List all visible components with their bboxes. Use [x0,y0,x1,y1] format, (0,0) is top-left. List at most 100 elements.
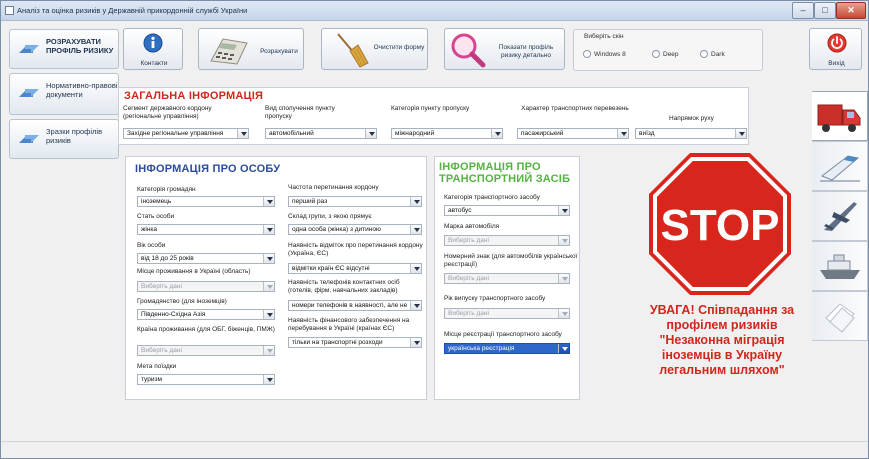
chevron-down-icon [558,206,569,215]
left-nav: РОЗРАХУВАТИ ПРОФІЛЬ РИЗИКУ Нормативно-пр… [9,29,119,439]
financial-support-select[interactable]: тільки на транспортні розходи [288,337,422,348]
transport-info-panel: ІНФОРМАЦІЯ ПРО ТРАНСПОРТНИЙ ЗАСІБ Катего… [434,156,580,400]
tab-truck[interactable] [812,91,868,141]
radio-label: Deep [663,51,679,58]
exit-button[interactable]: Вихід [809,28,862,70]
chevron-down-icon [365,129,376,138]
select-value: туризм [141,376,162,383]
nav-label: Зразки профілів ризиків [46,127,103,145]
skin-dark-radio[interactable]: Dark [700,50,725,58]
skin-deep-radio[interactable]: Deep [652,50,679,58]
checkpoint-category-select[interactable]: міжнародний [391,128,503,139]
trip-purpose-select[interactable]: туризм [137,374,275,385]
calculate-label: Розрахувати [260,48,298,55]
chevron-down-icon [263,254,274,263]
registration-place-select[interactable]: українська реєстрація [444,343,570,354]
stop-sign: STOP [649,153,791,295]
direction-select[interactable]: виїзд [635,128,747,139]
minimize-button[interactable]: – [792,2,814,19]
exit-label: Вихід [828,60,845,67]
risk-warning: УВАГА! Співпадання за профілем ризиків "… [649,303,795,377]
select-value: міжнародний [395,130,435,137]
age-select[interactable]: від 18 до 25 років [137,253,275,264]
select-value: Виберіть дані [448,275,489,282]
info-icon [143,33,163,53]
arrows-icon [19,135,39,143]
radio-label: Dark [711,51,725,58]
close-button[interactable]: ✕ [836,2,866,19]
tab-train[interactable] [812,141,868,191]
title-bar: Аналіз та оцінка ризиків у Державній при… [1,1,868,21]
citizenship-select[interactable]: Південно-Східна Азія [137,309,275,320]
chevron-down-icon [263,346,274,355]
transport-type-tabs [812,91,868,346]
broom-icon [337,33,369,68]
registration-place-label: Місце реєстрації транспортного засобу [444,331,562,338]
show-profile-label: Показати профіль ризику детально [498,44,554,59]
group-composition-label: Склад групи, з якою прямує [288,213,372,220]
power-icon [827,33,847,53]
airplane-icon [824,202,857,231]
vehicle-category-label: Категорія транспортного засобу [444,194,540,201]
gender-select[interactable]: жінка [137,224,275,235]
chevron-down-icon [558,236,569,245]
vehicle-category-select[interactable]: автобус [444,205,570,216]
clear-form-button[interactable]: Очистити форму [321,28,428,70]
select-value: автобус [448,207,472,214]
region-select[interactable]: Виберіть дані [137,281,275,292]
segment-select[interactable]: Західне регіональне управління [123,128,249,139]
select-value: українська реєстрація [448,345,515,352]
nav-label: Нормативно-правові документи [46,81,118,99]
car-brand-select[interactable]: Виберіть дані [444,235,570,246]
crossing-type-select[interactable]: автомобільний [265,128,377,139]
select-value: Виберіть дані [448,237,489,244]
residence-country-label: Країна проживання (для ОБГ, біженців, ПМ… [137,326,275,333]
border-stamps-select[interactable]: відмітки країн ЄС відсутні [288,263,422,274]
select-value: від 18 до 25 років [141,255,194,262]
select-value: виїзд [639,130,655,137]
tab-ship[interactable] [812,241,868,291]
transport-nature-select[interactable]: пасажирський [517,128,629,139]
chevron-down-icon [558,309,569,318]
nav-legal-docs[interactable]: Нормативно-правові документи [9,73,119,115]
arrows-icon [19,89,39,97]
citizenship-label: Громадянство (для іноземців) [137,298,227,305]
general-title: ЗАГАЛЬНА ІНФОРМАЦІЯ [124,90,264,102]
border-stamps-label: Наявність відміток про перетинання кордо… [288,242,423,257]
group-composition-select[interactable]: одна особа (жінка) з дитиною [288,224,422,235]
residence-country-select[interactable]: Виберіть дані [137,345,275,356]
papers-icon [825,303,855,333]
chevron-down-icon [735,129,746,138]
maximize-button[interactable]: □ [814,2,836,19]
plate-number-select[interactable]: Виберіть дані [444,273,570,284]
chevron-down-icon [237,129,248,138]
crossing-type-label: Вид сполучення пункту пропуску [265,105,335,120]
checkpoint-category-label: Категорія пункту пропуску [391,105,470,112]
manufacture-year-label: Рік випуску транспортного засобу [444,295,546,302]
show-profile-button[interactable]: Показати профіль ризику детально [444,28,565,70]
chevron-down-icon [263,375,274,384]
magnifier-icon [451,33,486,68]
chevron-down-icon [410,264,421,273]
chevron-down-icon [558,274,569,283]
car-brand-label: Марка автомобіля [444,223,500,230]
tab-airplane[interactable] [812,191,868,241]
manufacture-year-select[interactable]: Виберіть дані [444,308,570,319]
nav-sample-profiles[interactable]: Зразки профілів ризиків [9,119,119,159]
contact-phones-select[interactable]: номери телефонів в наявності, але не [288,300,422,311]
chevron-down-icon [617,129,628,138]
radio-label: Windows 8 [594,51,626,58]
chevron-down-icon [410,338,421,347]
chevron-down-icon [410,301,421,310]
skin-windows8-radio[interactable]: Windows 8 [583,50,626,58]
stop-text: STOP [660,201,779,250]
calculate-button[interactable]: Розрахувати [198,28,304,70]
crossing-frequency-select[interactable]: перший раз [288,196,422,207]
citizen-category-select[interactable]: іноземець [137,196,275,207]
arrows-icon [19,45,39,53]
select-value: відмітки країн ЄС відсутні [292,265,370,272]
nav-calculate-profile[interactable]: РОЗРАХУВАТИ ПРОФІЛЬ РИЗИКУ [9,29,119,69]
tab-documents[interactable] [812,291,868,341]
contacts-button[interactable]: Контакти [123,28,183,70]
transport-title: ІНФОРМАЦІЯ ПРО ТРАНСПОРТНИЙ ЗАСІБ [439,161,571,185]
